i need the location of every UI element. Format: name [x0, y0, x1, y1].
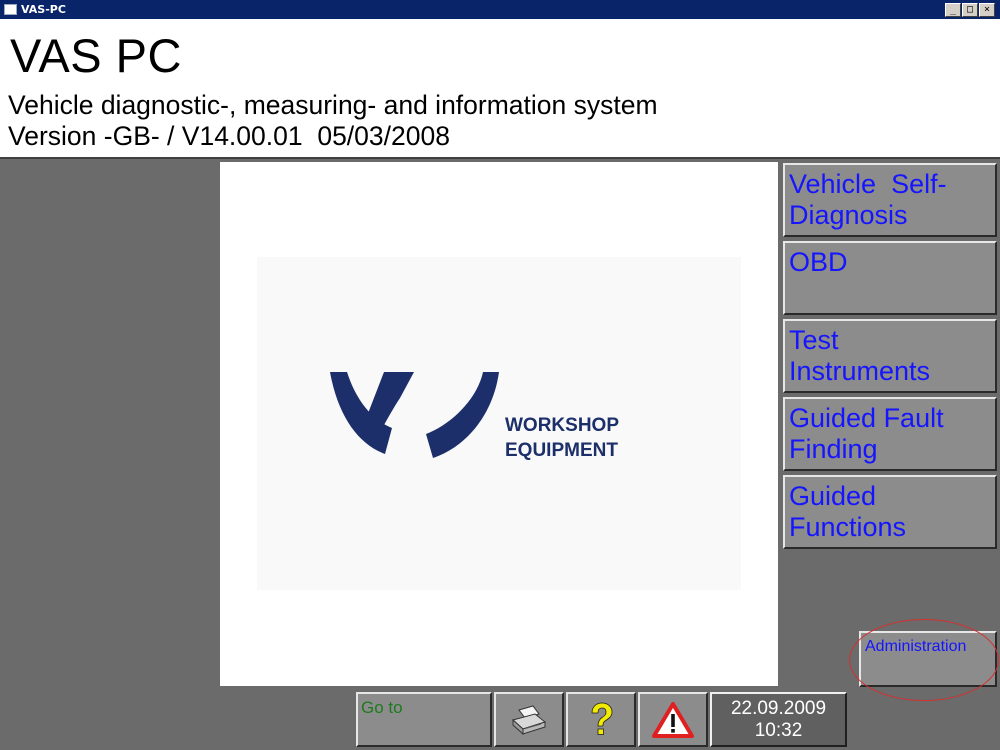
administration-button[interactable]: Administration — [859, 631, 997, 687]
obd-button[interactable]: OBD — [783, 241, 997, 315]
window-title: VAS-PC — [21, 3, 66, 16]
help-button[interactable] — [566, 692, 636, 747]
app-window-icon — [4, 4, 17, 15]
question-mark-icon — [591, 702, 613, 735]
button-label-line1: OBD — [789, 247, 848, 277]
close-button[interactable]: × — [979, 3, 995, 17]
warning-button[interactable] — [638, 692, 708, 747]
app-subtitle: Vehicle diagnostic-, measuring- and info… — [8, 90, 658, 120]
go-to-button[interactable]: Go to — [356, 692, 492, 747]
logo-text-equipment: EQUIPMENT — [505, 440, 618, 461]
button-label-line2: Finding — [789, 434, 878, 464]
test-instruments-button[interactable]: Test Instruments — [783, 319, 997, 393]
button-label-line1: Test — [789, 325, 839, 355]
vas-pc-window: VAS-PC _ □ × VAS PC Vehicle diagnostic-,… — [0, 0, 1000, 750]
date-time-display: 22.09.2009 10:32 — [710, 692, 847, 747]
workshop-equipment-logo-mark — [330, 372, 499, 458]
guided-fault-finding-button[interactable]: Guided Fault Finding — [783, 397, 997, 471]
app-title: VAS PC — [10, 29, 182, 82]
button-label-line2: Diagnosis — [789, 200, 908, 230]
maximize-button[interactable]: □ — [962, 3, 978, 17]
guided-functions-button[interactable]: Guided Functions — [783, 475, 997, 549]
button-label-line2: Functions — [789, 512, 907, 542]
minimize-button[interactable]: _ — [945, 3, 961, 17]
vehicle-self-diagnosis-button[interactable]: Vehicle Self- Diagnosis — [783, 163, 997, 237]
logo-panel: WORKSHOP EQUIPMENT — [220, 162, 778, 686]
date-text: 22.09.2009 — [730, 698, 827, 719]
button-label-line1: Guided Fault — [789, 403, 944, 433]
button-label-line1: Vehicle Self- — [789, 169, 947, 199]
printer-icon — [511, 704, 547, 735]
button-label-line2: Instruments — [789, 356, 931, 386]
time-text: 10:32 — [754, 720, 803, 741]
logo-text-workshop: WORKSHOP — [505, 415, 619, 436]
warning-triangle-icon — [652, 701, 694, 738]
print-button[interactable] — [494, 692, 564, 747]
header: VAS PC Vehicle diagnostic-, measuring- a… — [0, 20, 1000, 159]
title-bar: VAS-PC _ □ × — [0, 0, 1000, 20]
version-info: Version -GB- / V14.00.01 05/03/2008 — [8, 121, 450, 151]
button-label-line1: Guided — [789, 481, 877, 511]
